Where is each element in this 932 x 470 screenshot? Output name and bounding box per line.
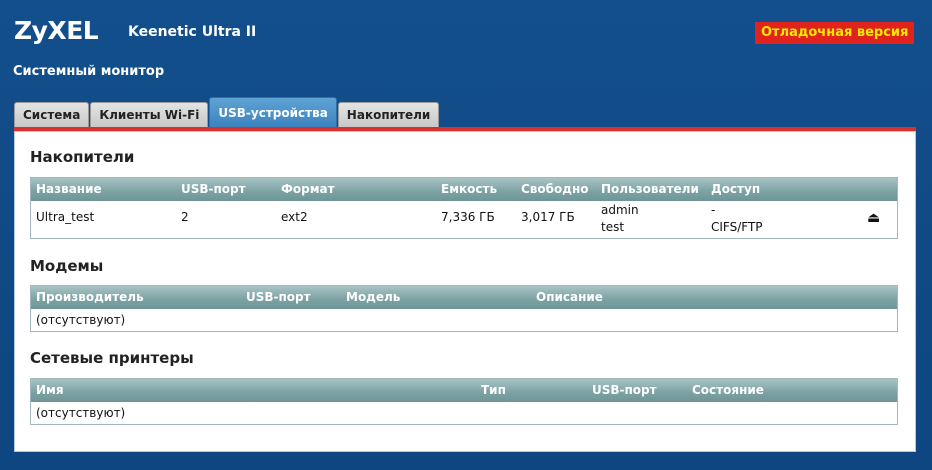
table-row: Ultra_test 2 ext2 7,336 ГБ 3,017 ГБ admi…	[31, 201, 897, 238]
tab-storage[interactable]: Накопители	[337, 102, 440, 127]
device-model: Keenetic Ultra II	[128, 24, 257, 40]
col-name: Название	[36, 182, 102, 196]
tab-system[interactable]: Система	[14, 102, 90, 127]
col-modem-usb-port: USB-порт	[246, 290, 311, 304]
col-usb-port: USB-порт	[181, 182, 246, 196]
printers-table: Имя Тип USB-порт Состояние (отсутствуют)	[30, 378, 898, 425]
tab-wifi-clients[interactable]: Клиенты Wi-Fi	[90, 102, 209, 127]
col-free: Свободно	[521, 182, 589, 196]
storage-table: Название USB-порт Формат Емкость Свободн…	[30, 177, 898, 239]
eject-icon[interactable]: ⏏	[867, 210, 880, 226]
col-format: Формат	[281, 182, 335, 196]
storage-name: Ultra_test	[36, 210, 95, 224]
storage-access-admin: -	[711, 203, 716, 217]
tab-usb-devices[interactable]: USB-устройства	[209, 97, 337, 127]
printers-table-header: Имя Тип USB-порт Состояние	[31, 379, 897, 402]
page-title: Системный монитор	[13, 64, 165, 79]
tab-bar: Система Клиенты Wi-Fi USB-устройства Нак…	[14, 97, 440, 127]
modems-section-title: Модемы	[30, 257, 104, 275]
storage-capacity: 7,336 ГБ	[441, 210, 495, 224]
col-users: Пользователи	[601, 182, 699, 196]
modems-empty-text: (отсутствуют)	[36, 313, 126, 327]
col-printer-name: Имя	[36, 383, 64, 397]
storage-user-admin: admin	[601, 203, 639, 217]
col-manufacturer: Производитель	[36, 290, 144, 304]
storage-format: ext2	[281, 210, 308, 224]
col-access: Доступ	[711, 182, 761, 196]
printers-section-title: Сетевые принтеры	[30, 349, 194, 367]
modems-table: Производитель USB-порт Модель Описание (…	[30, 285, 898, 332]
zyxel-logo: ZyXEL	[14, 16, 99, 45]
storage-access-test: CIFS/FTP	[711, 220, 763, 234]
col-status: Состояние	[692, 383, 764, 397]
storage-user-test: test	[601, 220, 625, 234]
table-row: (отсутствуют)	[31, 309, 897, 331]
col-type: Тип	[481, 383, 506, 397]
col-capacity: Емкость	[441, 182, 498, 196]
col-model: Модель	[346, 290, 401, 304]
debug-version-badge: Отладочная версия	[755, 22, 915, 44]
table-row: (отсутствуют)	[31, 402, 897, 424]
storage-section-title: Накопители	[30, 148, 135, 166]
storage-usb-port: 2	[181, 210, 189, 224]
storage-table-header: Название USB-порт Формат Емкость Свободн…	[31, 178, 897, 201]
storage-free: 3,017 ГБ	[521, 210, 575, 224]
modems-table-header: Производитель USB-порт Модель Описание	[31, 286, 897, 309]
printers-empty-text: (отсутствуют)	[36, 406, 126, 420]
col-printer-usb-port: USB-порт	[592, 383, 657, 397]
col-description: Описание	[536, 290, 603, 304]
content-panel: Накопители Название USB-порт Формат Емко…	[14, 127, 916, 452]
